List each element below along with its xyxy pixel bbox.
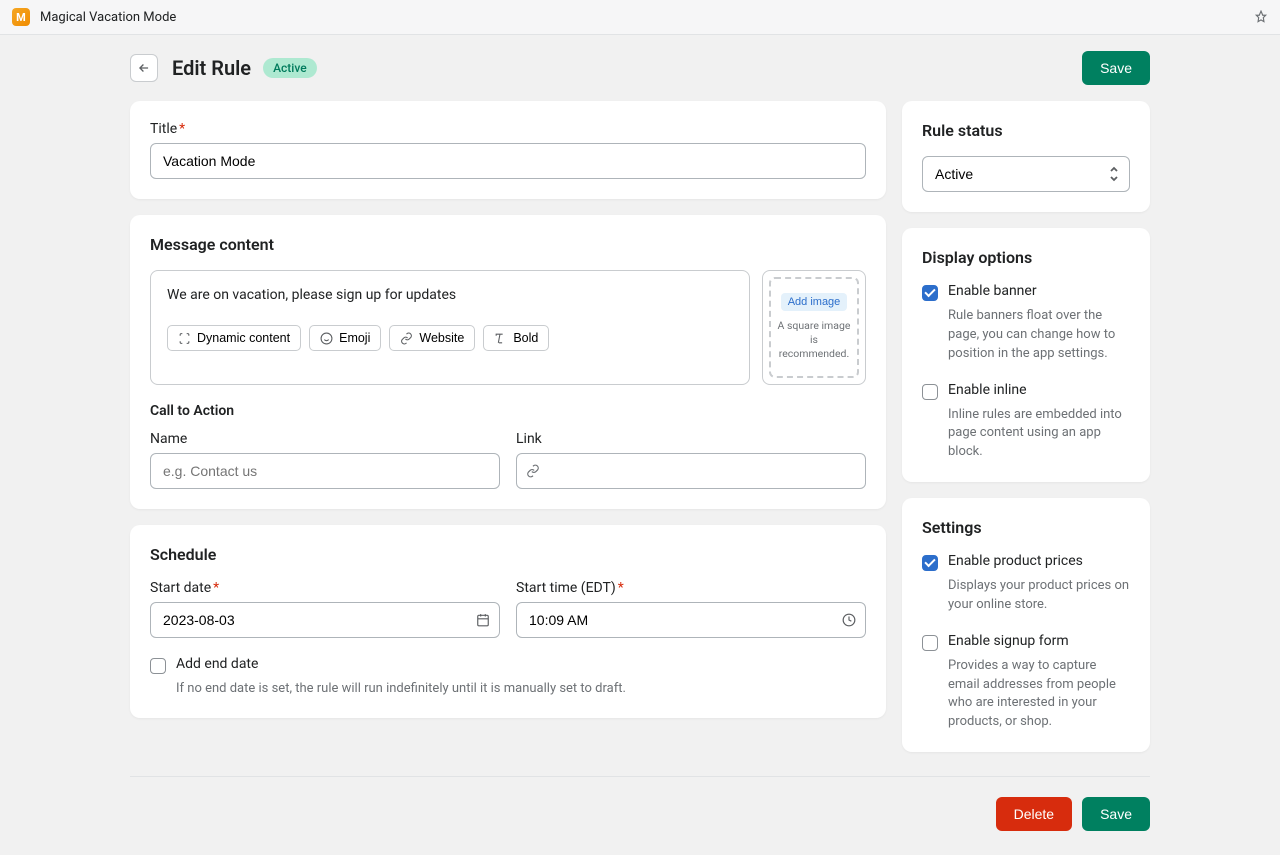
website-button[interactable]: Website [389,325,475,351]
delete-button[interactable]: Delete [996,797,1072,831]
start-date-input[interactable] [150,602,500,638]
settings-card: Settings Enable product prices Displays … [902,498,1150,752]
rule-status-select[interactable] [922,156,1130,192]
enable-banner-label: Enable banner [948,283,1037,299]
display-options-heading: Display options [922,248,1130,267]
title-input[interactable] [150,143,866,179]
app-icon: M [12,8,30,26]
rule-status-heading: Rule status [922,121,1130,140]
cta-link-label: Link [516,431,866,447]
enable-prices-checkbox[interactable] [922,555,938,571]
message-card: Message content We are on vacation, plea… [130,215,886,509]
title-label: Title* [150,121,866,137]
save-button-top[interactable]: Save [1082,51,1150,85]
message-heading: Message content [150,235,866,254]
footer-actions: Delete Save [130,776,1150,831]
add-end-date-help: If no end date is set, the rule will run… [176,680,866,699]
page-header: Edit Rule Active Save [130,51,1150,85]
rule-status-card: Rule status [902,101,1150,212]
page-title: Edit Rule [172,56,251,80]
cta-link-input[interactable] [516,453,866,489]
add-end-date-label: Add end date [176,656,258,672]
status-badge: Active [263,58,317,78]
message-text[interactable]: We are on vacation, please sign up for u… [167,287,733,303]
enable-signup-checkbox[interactable] [922,635,938,651]
message-editor[interactable]: We are on vacation, please sign up for u… [150,270,750,385]
enable-inline-checkbox[interactable] [922,384,938,400]
start-time-label: Start time (EDT)* [516,580,866,596]
enable-banner-checkbox[interactable] [922,285,938,301]
cta-name-input[interactable] [150,453,500,489]
schedule-heading: Schedule [150,545,866,564]
pin-icon[interactable] [1254,10,1268,24]
app-title: Magical Vacation Mode [40,10,176,25]
titlebar: M Magical Vacation Mode [0,0,1280,35]
settings-heading: Settings [922,518,1130,537]
enable-banner-desc: Rule banners float over the page, you ca… [948,307,1130,364]
add-image-button[interactable]: Add image [781,293,848,311]
cta-heading: Call to Action [150,403,866,419]
link-icon [526,464,540,478]
title-card: Title* [130,101,886,199]
enable-signup-label: Enable signup form [948,633,1069,649]
enable-signup-desc: Provides a way to capture email addresse… [948,657,1130,732]
schedule-card: Schedule Start date* Start time (EDT)* [130,525,886,719]
bold-button[interactable]: Bold [483,325,549,351]
start-time-input[interactable] [516,602,866,638]
display-options-card: Display options Enable banner Rule banne… [902,228,1150,482]
enable-prices-desc: Displays your product prices on your onl… [948,577,1130,615]
image-hint: A square image is recommended. [777,319,851,362]
image-dropzone[interactable]: Add image A square image is recommended. [762,270,866,385]
start-date-label: Start date* [150,580,500,596]
enable-prices-label: Enable product prices [948,553,1083,569]
dynamic-content-button[interactable]: Dynamic content [167,325,301,351]
cta-name-label: Name [150,431,500,447]
back-button[interactable] [130,54,158,82]
enable-inline-desc: Inline rules are embedded into page cont… [948,406,1130,463]
emoji-button[interactable]: Emoji [309,325,381,351]
enable-inline-label: Enable inline [948,382,1027,398]
save-button-bottom[interactable]: Save [1082,797,1150,831]
add-end-date-checkbox[interactable] [150,658,166,674]
